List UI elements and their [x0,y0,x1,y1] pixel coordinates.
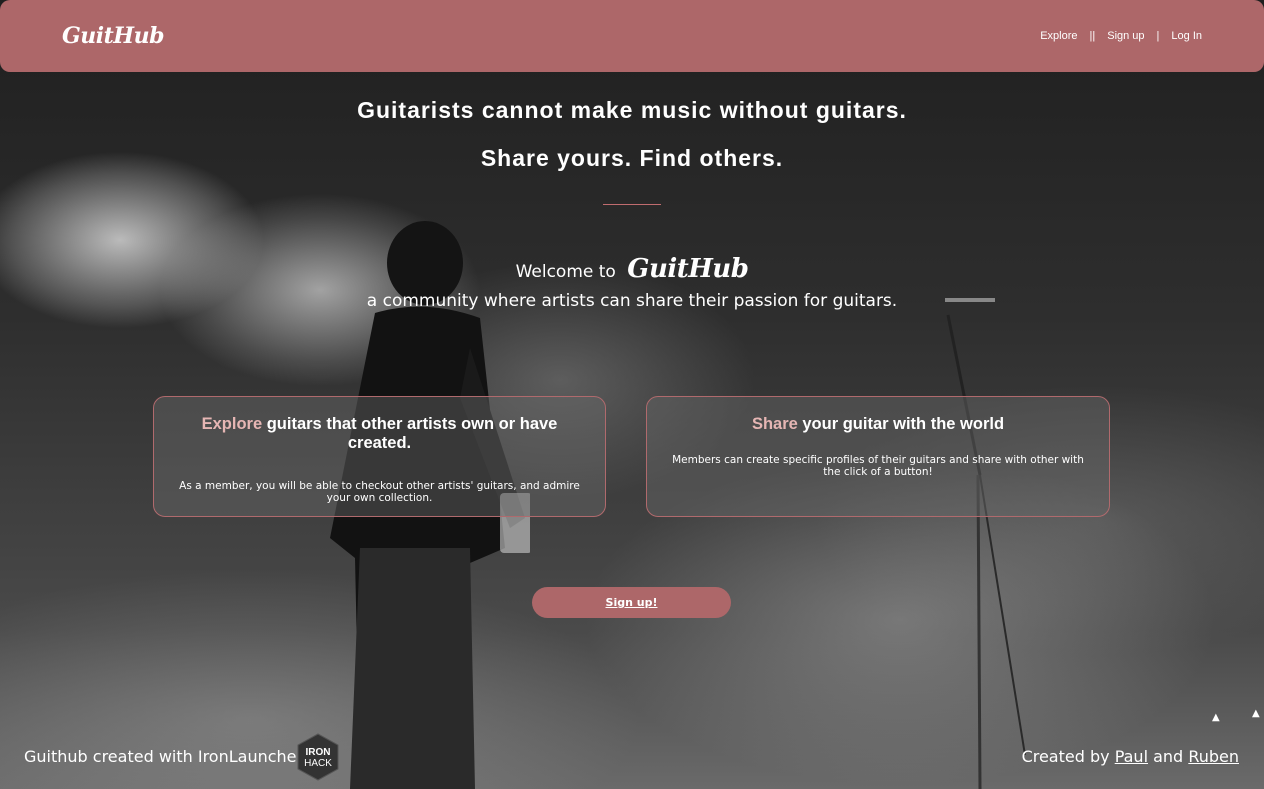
explore-card-title-rest: guitars that other artists own or have c… [262,415,558,452]
footer-authors-and: and [1153,747,1184,766]
share-card-title: Share your guitar with the world [665,415,1091,434]
hero-divider [603,204,661,205]
author-paul-link[interactable]: Paul [1115,747,1148,766]
nav-separator: | [1156,30,1160,42]
scroll-up-icon[interactable]: ▲ [1212,712,1220,723]
site-logo[interactable]: GuitHub [62,23,164,49]
community-tagline: a community where artists can share thei… [366,291,898,311]
nav-signup-link[interactable]: Sign up [1107,30,1144,42]
share-card-title-rest: your guitar with the world [797,415,1005,433]
hero-headline: Guitarists cannot make music without gui… [357,97,907,123]
ironhack-logo-line2: HACK [304,758,332,769]
explore-card-accent: Explore [201,415,263,433]
welcome-prefix: Welcome to [515,262,616,282]
nav-login-link[interactable]: Log In [1171,30,1202,42]
welcome-line: Welcome to GuitHub [0,254,1264,284]
hero-subheadline: Share yours. Find others. [480,145,784,171]
microphone-stand [945,298,1026,789]
explore-card-title: Explore guitars that other artists own o… [172,415,587,453]
explore-card: Explore guitars that other artists own o… [153,396,606,517]
nav-links: Explore || Sign up | Log In [1040,30,1202,42]
footer-credit: Guithub created with IronLauncher [24,747,304,766]
explore-card-text: As a member, you will be able to checkou… [179,480,580,504]
nav-explore-link[interactable]: Explore [1040,30,1077,42]
ironhack-logo-icon: IRON HACK [297,733,339,781]
nav-separator: || [1089,30,1096,42]
share-card: Share your guitar with the world Members… [646,396,1110,517]
share-card-accent: Share [751,415,798,433]
author-ruben-link[interactable]: Ruben [1188,747,1239,766]
footer-authors: Created by Paul and Ruben [1022,747,1239,766]
scroll-up-icon[interactable]: ▲ [1252,708,1260,719]
signup-button[interactable]: Sign up! [532,587,731,618]
ironhack-logo-line1: IRON [306,747,331,758]
footer-authors-prefix: Created by [1021,747,1110,766]
share-card-text: Members can create specific profiles of … [672,454,1084,478]
welcome-brand: GuitHub [627,254,749,284]
top-navbar: GuitHub Explore || Sign up | Log In [0,0,1264,72]
